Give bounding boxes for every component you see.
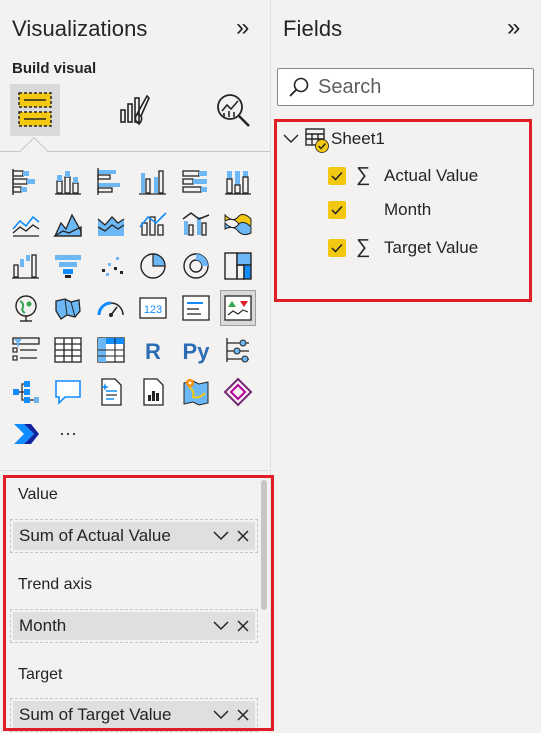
build-visual-label: Build visual [12,60,97,77]
fields-search[interactable] [277,68,534,106]
power-apps-icon[interactable] [220,374,256,410]
qa-icon[interactable] [50,374,86,410]
analytics-icon [217,94,250,127]
line-chart-icon[interactable] [8,206,44,242]
kpi-icon[interactable] [220,290,256,326]
power-automate-icon[interactable] [8,416,44,452]
wells-highlight-box [3,475,274,731]
python-visual-icon[interactable]: Py [178,332,214,368]
tab-analytics[interactable] [208,84,258,136]
svg-text:Py: Py [182,339,210,364]
fields-highlight-box [274,119,532,302]
fields-pane: Fields » [271,0,541,733]
clustered-column-chart-icon[interactable] [135,164,171,200]
slicer-icon[interactable] [8,332,44,368]
100-stacked-column-chart-icon[interactable] [220,164,256,200]
stacked-area-chart-icon[interactable] [93,206,129,242]
100-stacked-bar-chart-icon[interactable] [178,164,214,200]
multi-row-card-icon[interactable] [178,290,214,326]
ribbon-chart-icon[interactable] [220,206,256,242]
search-input[interactable] [318,75,518,99]
visualizations-title: Visualizations [12,16,148,41]
matrix-icon[interactable] [93,332,129,368]
tab-format-visual[interactable] [110,84,160,136]
svg-text:R: R [145,339,161,364]
build-visual-icon [18,92,52,127]
format-visual-icon [120,94,150,126]
funnel-chart-icon[interactable] [50,248,86,284]
svg-text:123: 123 [144,304,162,316]
treemap-icon[interactable] [220,248,256,284]
decomposition-tree-icon[interactable] [8,374,44,410]
svg-text:···: ··· [59,423,77,443]
tab-build-visual[interactable] [10,84,60,136]
stacked-column-chart-icon[interactable] [50,164,86,200]
card-icon[interactable]: 123 [135,290,171,326]
filled-map-icon[interactable] [50,290,86,326]
more-visuals-icon[interactable]: ··· [50,416,86,452]
collapse-visualizations-icon[interactable]: » [236,16,249,40]
gauge-icon[interactable] [93,290,129,326]
map-icon[interactable] [8,290,44,326]
r-script-visual-icon[interactable]: R [135,332,171,368]
clustered-bar-chart-icon[interactable] [93,164,129,200]
active-tab-indicator [19,136,49,166]
paginated-report-icon[interactable] [135,374,171,410]
waterfall-chart-icon[interactable] [8,248,44,284]
donut-chart-icon[interactable] [178,248,214,284]
line-and-clustered-column-chart-icon[interactable] [178,206,214,242]
search-icon [289,77,309,97]
area-chart-icon[interactable] [50,206,86,242]
azure-map-icon[interactable] [178,374,214,410]
key-influencers-icon[interactable] [220,332,256,368]
line-and-stacked-column-chart-icon[interactable] [135,206,171,242]
fields-title: Fields [283,16,343,41]
scatter-chart-icon[interactable] [93,248,129,284]
pie-chart-icon[interactable] [135,248,171,284]
collapse-fields-icon[interactable]: » [507,16,520,40]
stacked-bar-chart-icon[interactable] [8,164,44,200]
table-icon[interactable] [50,332,86,368]
smart-narrative-icon[interactable] [93,374,129,410]
